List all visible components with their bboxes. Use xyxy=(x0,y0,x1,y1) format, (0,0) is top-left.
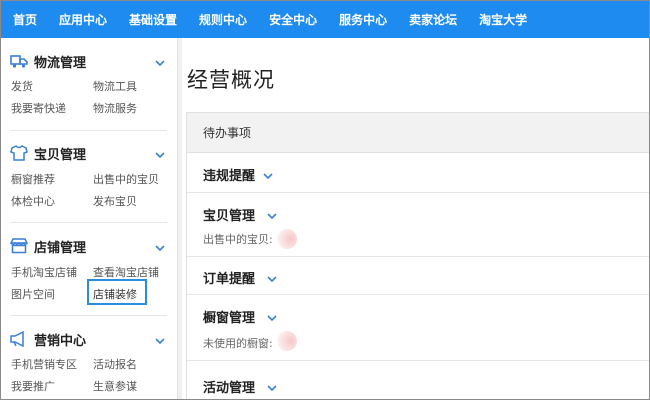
section-title: 店铺管理 xyxy=(34,240,87,256)
section-title: 营销中心 xyxy=(34,333,87,349)
row-title: 违规提醒 xyxy=(203,169,256,184)
truck-icon xyxy=(10,52,28,70)
chevron-down-icon[interactable] xyxy=(154,239,166,252)
nav-home[interactable]: 首页 xyxy=(13,11,37,28)
sidebar: 物流管理 发货 物流工具 我要寄快递 物流服务 宝贝管理 橱窗推荐 出售中的宝贝… xyxy=(0,38,178,400)
top-navigation: 首页 应用中心 基础设置 规则中心 安全中心 服务中心 卖家论坛 淘宝大学 xyxy=(0,0,650,38)
nav-security-center[interactable]: 安全中心 xyxy=(269,11,317,28)
link-promote[interactable]: 我要推广 xyxy=(11,378,55,394)
row-sub: 未使用的橱窗: xyxy=(203,337,273,350)
chevron-down-icon[interactable] xyxy=(266,207,278,220)
link-items-on-sale[interactable]: 出售中的宝贝 xyxy=(93,171,159,187)
nav-app-center[interactable]: 应用中心 xyxy=(59,11,107,28)
link-store-decoration[interactable]: 店铺装修 xyxy=(93,286,137,302)
section-title: 宝贝管理 xyxy=(34,147,87,163)
chevron-down-icon[interactable] xyxy=(262,167,274,180)
section-header-logistics[interactable]: 物流管理 xyxy=(10,50,170,72)
todo-row-violation[interactable]: 违规提醒 xyxy=(187,153,650,193)
section-header-items[interactable]: 宝贝管理 xyxy=(10,142,170,164)
link-send-express[interactable]: 我要寄快递 xyxy=(11,100,66,116)
link-checkup-center[interactable]: 体检中心 xyxy=(11,193,55,209)
link-image-space[interactable]: 图片空间 xyxy=(11,286,55,302)
link-window-recommend[interactable]: 橱窗推荐 xyxy=(11,171,55,187)
nav-rules-center[interactable]: 规则中心 xyxy=(199,11,247,28)
link-event-signup[interactable]: 活动报名 xyxy=(93,356,137,372)
row-title: 宝贝管理 xyxy=(203,209,256,224)
chevron-down-icon[interactable] xyxy=(154,146,166,159)
megaphone-icon xyxy=(10,330,28,348)
link-publish-item[interactable]: 发布宝贝 xyxy=(93,193,137,209)
count-indicator xyxy=(277,229,297,249)
link-ship[interactable]: 发货 xyxy=(11,78,33,94)
main-content: 经营概况 待办事项 违规提醒 宝贝管理 出售中的宝贝: 订单提醒 橱窗管理 未使… xyxy=(186,38,650,400)
todo-row-items[interactable]: 宝贝管理 出售中的宝贝: xyxy=(187,193,650,257)
row-sub: 出售中的宝贝: xyxy=(203,233,273,246)
nav-seller-forum[interactable]: 卖家论坛 xyxy=(409,11,457,28)
chevron-down-icon[interactable] xyxy=(266,270,278,283)
store-icon xyxy=(10,237,28,255)
row-title: 活动管理 xyxy=(203,381,256,396)
sidebar-scrollbar[interactable] xyxy=(178,38,182,400)
chevron-down-icon[interactable] xyxy=(266,379,278,392)
todo-row-window[interactable]: 橱窗管理 未使用的橱窗: xyxy=(187,295,650,361)
chevron-down-icon[interactable] xyxy=(154,332,166,345)
chevron-down-icon[interactable] xyxy=(154,54,166,67)
count-indicator xyxy=(277,331,297,351)
section-header-store[interactable]: 店铺管理 xyxy=(10,235,170,257)
divider xyxy=(10,130,167,131)
link-business-advisor[interactable]: 生意参谋 xyxy=(93,378,137,394)
chevron-down-icon[interactable] xyxy=(266,309,278,322)
shirt-icon xyxy=(10,144,28,162)
nav-service-center[interactable]: 服务中心 xyxy=(339,11,387,28)
todo-row-activity[interactable]: 活动管理 xyxy=(187,361,650,400)
row-title: 橱窗管理 xyxy=(203,311,256,326)
link-logistics-service[interactable]: 物流服务 xyxy=(93,100,137,116)
row-title: 订单提醒 xyxy=(203,272,256,287)
section-title: 物流管理 xyxy=(34,55,87,71)
divider xyxy=(10,222,167,223)
nav-taobao-university[interactable]: 淘宝大学 xyxy=(479,11,527,28)
todo-row-orders[interactable]: 订单提醒 xyxy=(187,257,650,295)
nav-basic-settings[interactable]: 基础设置 xyxy=(129,11,177,28)
divider xyxy=(10,315,167,316)
link-mobile-marketing[interactable]: 手机营销专区 xyxy=(11,356,77,372)
link-view-store[interactable]: 查看淘宝店铺 xyxy=(93,264,159,280)
link-logistics-tools[interactable]: 物流工具 xyxy=(93,78,137,94)
link-mobile-store[interactable]: 手机淘宝店铺 xyxy=(11,264,77,280)
section-header-marketing[interactable]: 营销中心 xyxy=(10,328,170,350)
page-title: 经营概况 xyxy=(187,68,275,92)
panel-header: 待办事项 xyxy=(187,113,650,153)
todo-panel: 待办事项 违规提醒 宝贝管理 出售中的宝贝: 订单提醒 橱窗管理 未使用的橱窗:… xyxy=(186,112,650,400)
